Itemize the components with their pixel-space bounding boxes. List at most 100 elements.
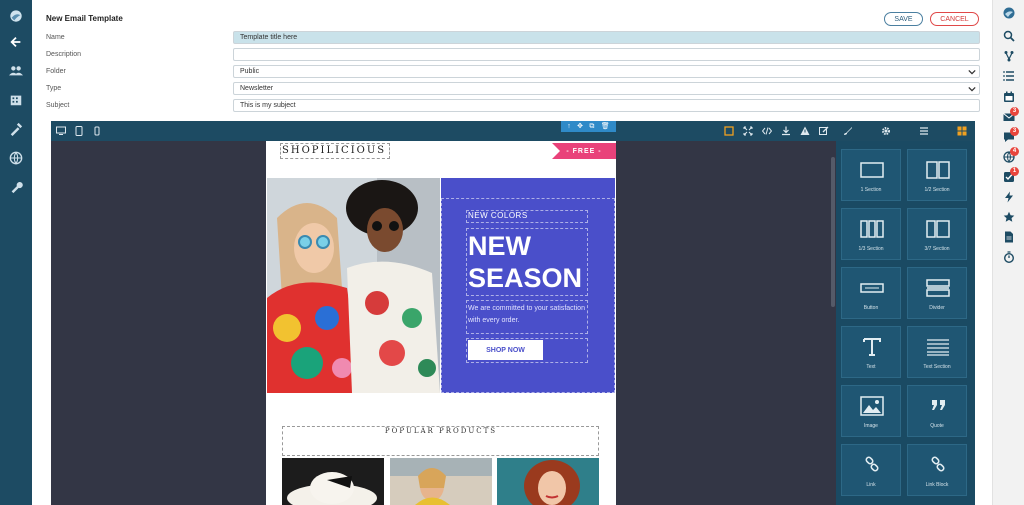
layer-manager-icon[interactable]	[918, 125, 930, 137]
subject-label: Subject	[46, 102, 70, 109]
block-1-2-section[interactable]: 1/2 Section	[907, 149, 967, 201]
block-image[interactable]: Image	[841, 385, 901, 437]
app-root: New Email Template SAVE CANCEL Name Temp…	[0, 0, 1024, 505]
block-link[interactable]: Link	[841, 444, 901, 496]
cancel-button[interactable]: CANCEL	[930, 12, 979, 26]
name-input[interactable]: Template title here	[233, 31, 980, 44]
blocks-grid-icon[interactable]	[956, 125, 968, 137]
document-icon[interactable]	[993, 227, 1024, 247]
description-label: Description	[46, 51, 82, 58]
canvas-scrollbar[interactable]	[831, 157, 835, 307]
editor-toolbar	[51, 121, 975, 141]
block-1-section[interactable]: 1 Section	[841, 149, 901, 201]
copy-icon[interactable]: ⧉	[589, 122, 594, 132]
folder-label: Folder	[46, 68, 66, 75]
folder-value: Public	[240, 68, 260, 75]
block-quote[interactable]: Quote	[907, 385, 967, 437]
desktop-view-icon[interactable]	[55, 125, 67, 137]
contacts-icon[interactable]	[0, 58, 32, 84]
wrench-icon[interactable]	[0, 174, 32, 200]
block-label: Text Section	[923, 364, 951, 370]
app-logo-icon[interactable]	[0, 3, 32, 29]
move-up-icon[interactable]: ↑	[567, 122, 571, 132]
hero-panel[interactable]: NEW COLORS NEW SEASON We are committed t…	[441, 178, 615, 393]
hero-headline-line1: NEW	[468, 231, 531, 261]
free-tag[interactable]: - FREE -	[552, 143, 616, 159]
calendar-icon[interactable]	[993, 87, 1024, 107]
tasks-icon[interactable]: 1	[993, 167, 1024, 187]
hero-headline[interactable]: NEW SEASON	[468, 230, 582, 294]
download-icon[interactable]	[780, 125, 792, 137]
section-title[interactable]: POPULAR PRODUCTS	[266, 427, 616, 435]
block-text-section[interactable]: Text Section	[907, 326, 967, 378]
link-block-icon	[865, 456, 879, 472]
block-label: 1/2 Section	[924, 187, 950, 193]
edit-icon[interactable]	[818, 125, 830, 137]
section-1-2-icon	[926, 161, 950, 179]
type-select[interactable]: Newsletter	[233, 82, 980, 95]
outline-toggle-icon[interactable]	[723, 125, 735, 137]
email-header[interactable]: SHOPILICIOUS - FREE -	[266, 141, 616, 161]
email-canvas[interactable]: SHOPILICIOUS - FREE - NEW COLORS NEW SEA…	[266, 141, 616, 505]
move-icon[interactable]: ✥	[577, 122, 583, 132]
tools-icon[interactable]	[0, 116, 32, 142]
block-label: Link Block	[925, 482, 949, 488]
delete-icon[interactable]: 🗑	[601, 122, 610, 132]
timer-icon[interactable]	[993, 247, 1024, 267]
tablet-view-icon[interactable]	[73, 125, 85, 137]
hero-subtitle[interactable]: NEW COLORS	[468, 211, 528, 220]
image-block-icon	[860, 396, 884, 416]
brand-logo[interactable]: SHOPILICIOUS	[282, 145, 386, 156]
profile-globe-icon[interactable]	[993, 3, 1024, 23]
settings-gear-icon[interactable]	[880, 125, 892, 137]
star-icon[interactable]	[993, 207, 1024, 227]
globe-badge: 4	[1010, 147, 1019, 156]
web-globe-icon[interactable]: 4	[993, 147, 1024, 167]
search-icon[interactable]	[993, 26, 1024, 46]
style-manager-icon[interactable]	[842, 125, 854, 137]
folder-select[interactable]: Public	[233, 65, 980, 78]
chat-icon[interactable]: 3	[993, 127, 1024, 147]
globe-icon[interactable]	[0, 145, 32, 171]
link-block-block-icon	[931, 456, 945, 472]
warning-icon[interactable]	[799, 125, 811, 137]
save-button[interactable]: SAVE	[884, 12, 923, 26]
shop-now-button[interactable]: SHOP NOW	[468, 340, 543, 360]
hero-text[interactable]: We are committed to your satisfaction wi…	[468, 303, 598, 327]
email-editor: SHOPILICIOUS - FREE - NEW COLORS NEW SEA…	[51, 121, 975, 505]
workflow-icon[interactable]	[993, 46, 1024, 66]
block-label: 1 Section	[860, 187, 882, 193]
block-label: Quote	[930, 423, 944, 429]
block-divider[interactable]: Divider	[907, 267, 967, 319]
block-text[interactable]: Text	[841, 326, 901, 378]
block-label: Divider	[929, 305, 945, 311]
product-image-2[interactable]	[390, 458, 492, 505]
block-label: Text	[866, 364, 876, 370]
hero-headline-line2: SEASON	[468, 263, 583, 293]
description-input[interactable]	[233, 48, 980, 61]
hero-image[interactable]	[267, 178, 440, 393]
mail-icon[interactable]: 3	[993, 107, 1024, 127]
code-icon[interactable]	[761, 125, 773, 137]
subject-input[interactable]: This is my subject	[233, 99, 980, 112]
lightning-icon[interactable]	[993, 187, 1024, 207]
block-link-block[interactable]: Link Block	[907, 444, 967, 496]
block-1-3-section[interactable]: 1/3 Section	[841, 208, 901, 260]
block-toolbar[interactable]: ↑ ✥ ⧉ 🗑	[561, 121, 616, 132]
companies-icon[interactable]	[0, 87, 32, 113]
text-section-block-icon	[927, 339, 949, 356]
product-image-3[interactable]	[497, 458, 599, 505]
block-button[interactable]: Button	[841, 267, 901, 319]
mail-badge: 3	[1010, 107, 1019, 116]
list-icon[interactable]	[993, 66, 1024, 86]
left-sidebar	[0, 0, 32, 505]
section-1-3-icon	[860, 220, 884, 238]
fullscreen-icon[interactable]	[742, 125, 754, 137]
block-3-7-section[interactable]: 3/7 Section	[907, 208, 967, 260]
product-image-1[interactable]	[282, 458, 384, 505]
block-label: Button	[863, 305, 879, 311]
mobile-view-icon[interactable]	[91, 125, 103, 137]
tasks-badge: 1	[1010, 167, 1019, 176]
back-arrow-icon[interactable]	[0, 29, 32, 55]
right-sidebar: 3 3 4 1	[992, 0, 1024, 505]
